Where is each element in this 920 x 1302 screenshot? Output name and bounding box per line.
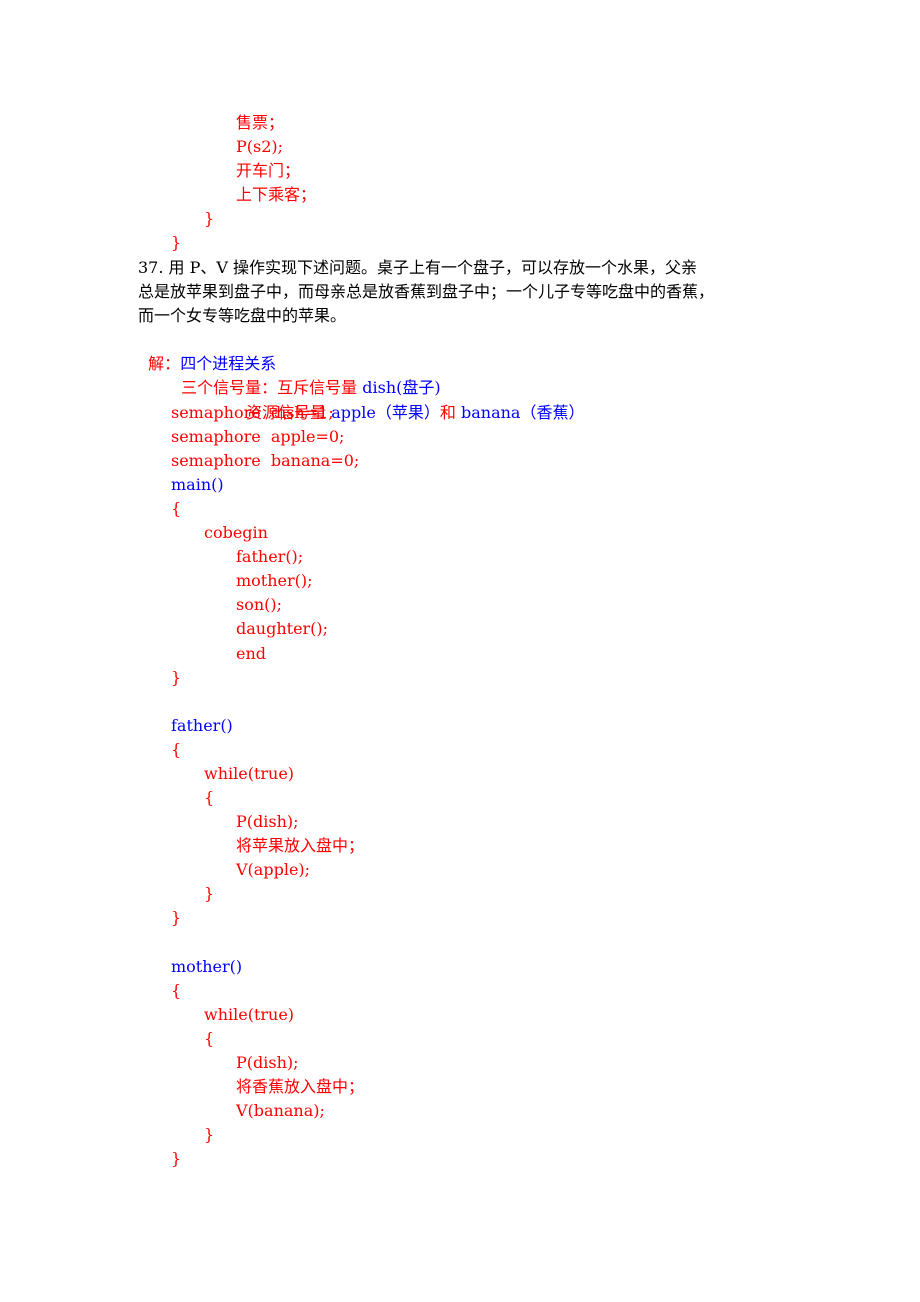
code-line: mother();: [236, 571, 313, 590]
code-line: 将香蕉放入盘中；: [236, 1077, 365, 1096]
function-name-mother: mother(): [171, 957, 243, 976]
code-line: father();: [236, 547, 304, 566]
code-line: while(true): [204, 1005, 295, 1024]
function-name-main: main(): [171, 475, 224, 494]
semaphore-decl: semaphore banana=0;: [171, 451, 360, 470]
code-line: 售票；: [236, 113, 285, 132]
code-line: while(true): [204, 764, 295, 783]
question-text: 总是放苹果到盘子中，而母亲总是放香蕉到盘子中；一个儿子专等吃盘中的香蕉，: [138, 282, 715, 301]
question-text: 而一个女专等吃盘中的苹果。: [138, 306, 347, 325]
closing-brace: }: [171, 668, 182, 687]
code-line: P(s2);: [236, 137, 284, 156]
closing-brace: }: [204, 1125, 215, 1144]
sem-desc-text: 和: [439, 403, 461, 422]
semaphore-decl: semaphore dish=1;: [171, 403, 334, 422]
closing-brace: }: [171, 1149, 182, 1168]
code-line: cobegin: [204, 523, 268, 542]
function-name-father: father(): [171, 716, 233, 735]
semaphore-description: 资源信号量 apple（苹果）和 banana（香蕉）: [236, 377, 584, 422]
question-text: 37. 用 P、V 操作实现下述问题。桌子上有一个盘子，可以存放一个水果，父亲: [138, 258, 698, 277]
sem-banana: banana（香蕉）: [460, 403, 585, 422]
open-brace: {: [204, 788, 215, 807]
closing-brace: }: [171, 908, 182, 927]
open-brace: {: [171, 499, 182, 518]
closing-brace: }: [171, 233, 182, 252]
open-brace: {: [171, 740, 182, 759]
code-line: son();: [236, 595, 283, 614]
answer-heading: 解：四个进程关系: [138, 328, 276, 373]
code-line: daughter();: [236, 619, 329, 638]
code-line: P(dish);: [236, 812, 299, 831]
code-line: P(dish);: [236, 1053, 299, 1072]
closing-brace: }: [204, 209, 215, 228]
code-line: V(banana);: [236, 1101, 325, 1120]
semaphore-description: 三个信号量：互斥信号量 dish(盘子): [171, 352, 440, 397]
code-line: 将苹果放入盘中；: [236, 836, 365, 855]
code-line: 上下乘客；: [236, 185, 317, 204]
semaphore-decl: semaphore apple=0;: [171, 427, 345, 446]
open-brace: {: [204, 1029, 215, 1048]
code-line: end: [236, 644, 267, 663]
sem-apple: apple（苹果）: [331, 403, 440, 422]
closing-brace: }: [204, 884, 215, 903]
code-line: 开车门；: [236, 161, 301, 180]
open-brace: {: [171, 981, 182, 1000]
code-line: V(apple);: [236, 860, 311, 879]
